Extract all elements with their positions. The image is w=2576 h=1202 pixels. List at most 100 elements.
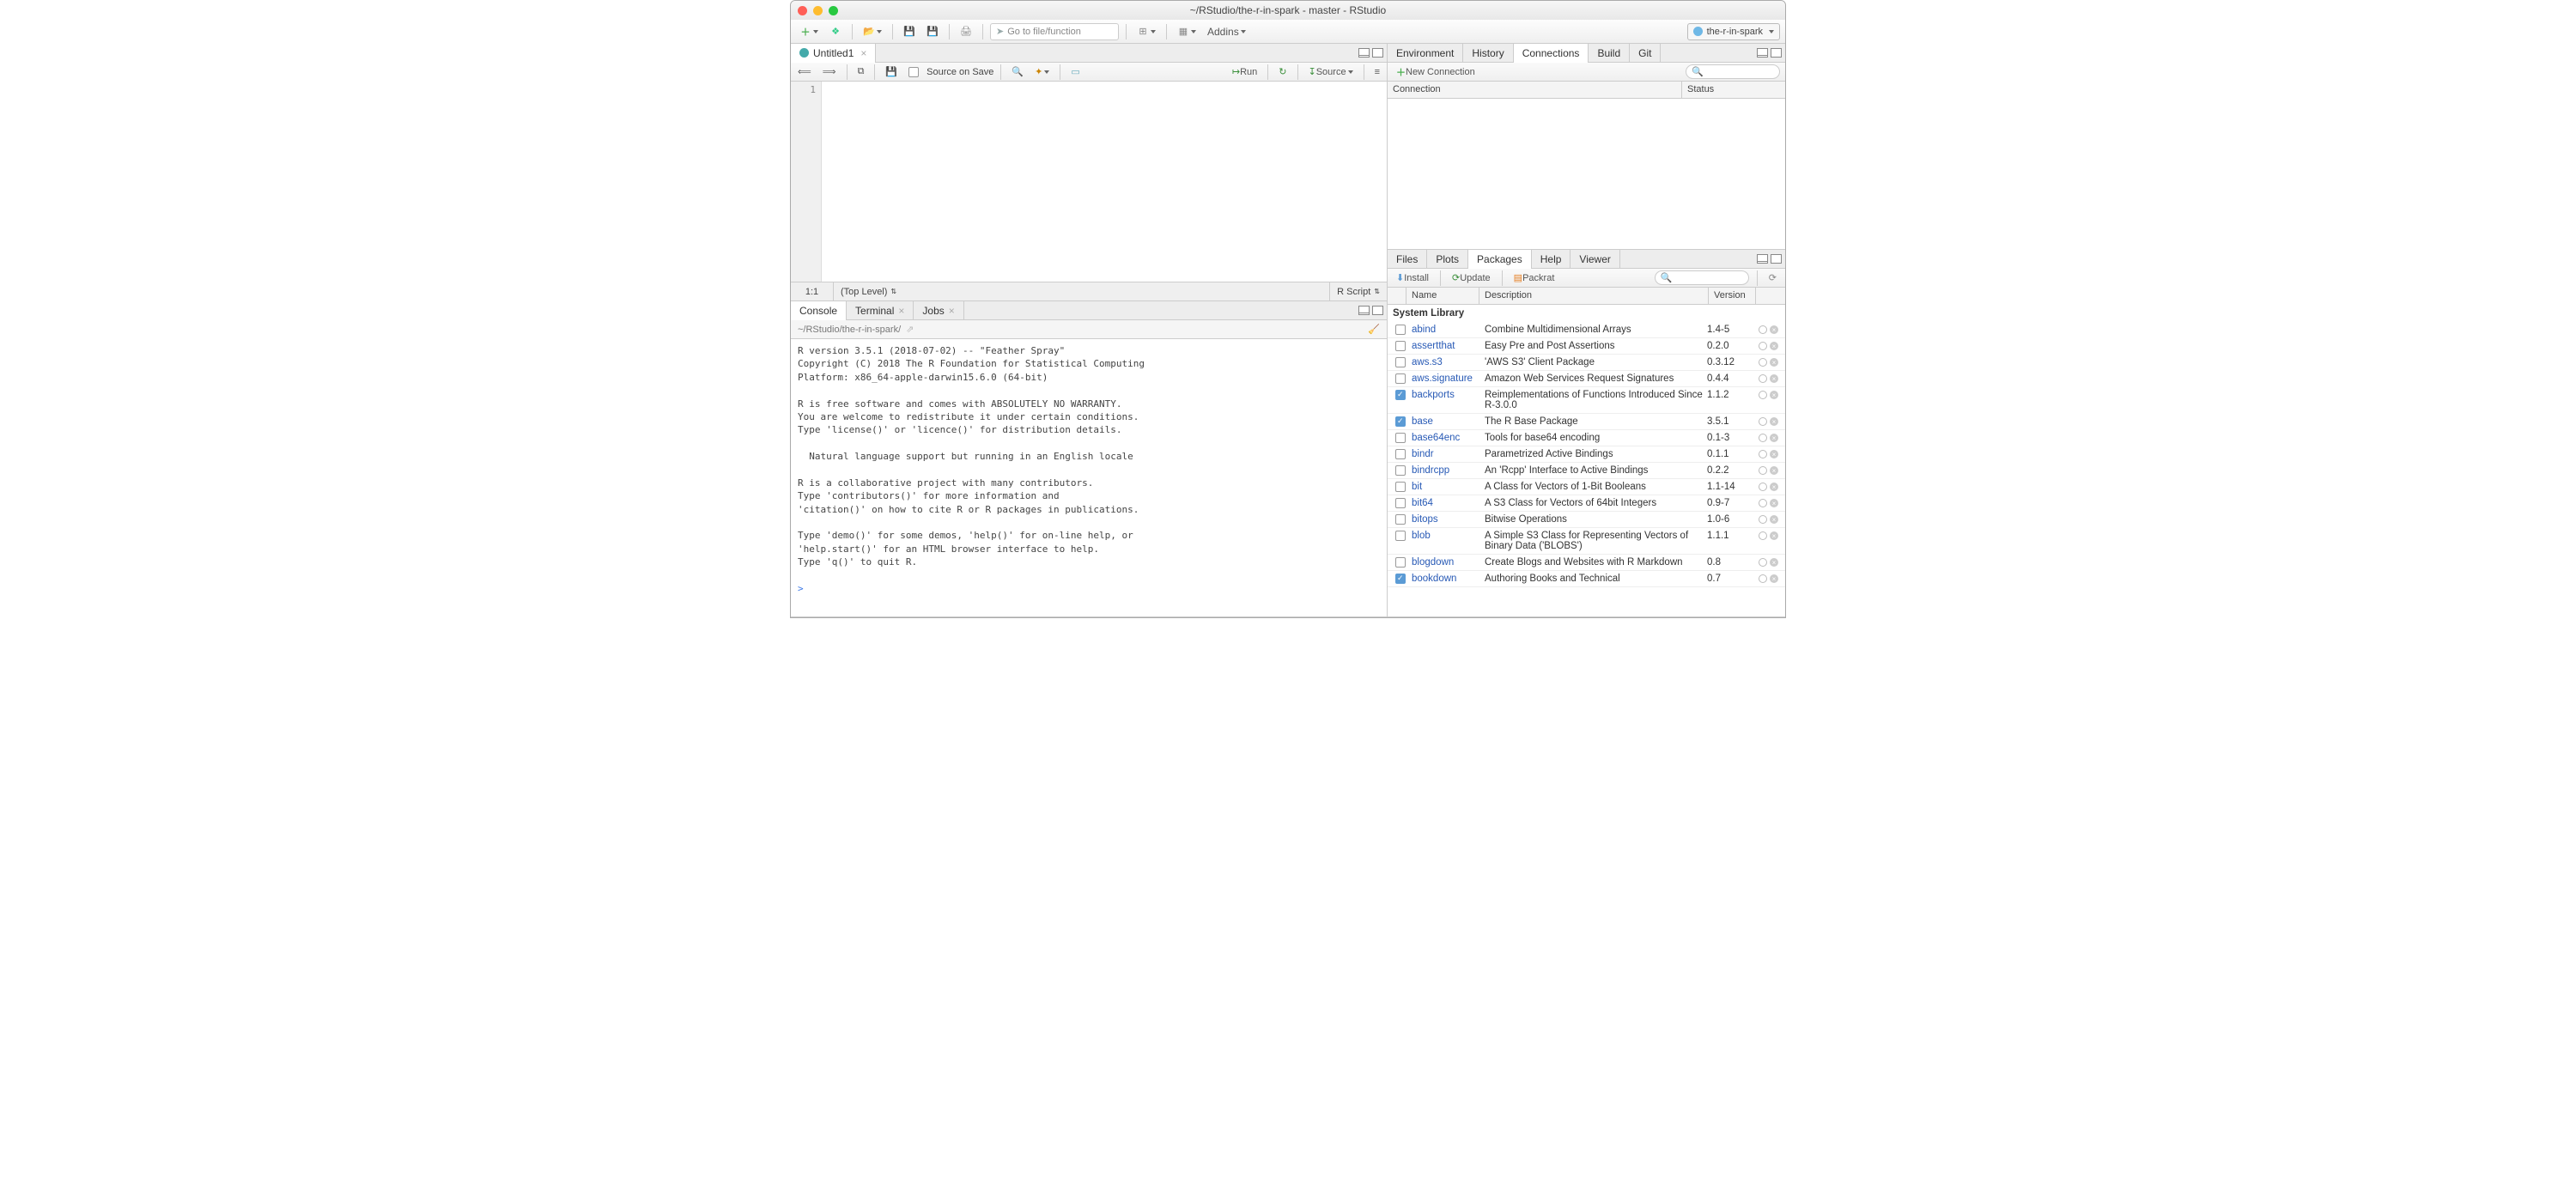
minimize-pane-icon[interactable] (1757, 254, 1768, 264)
package-checkbox[interactable] (1395, 390, 1406, 400)
find-button[interactable]: 🔍 (1008, 64, 1027, 81)
package-name[interactable]: bookdown (1410, 573, 1483, 585)
web-icon[interactable] (1759, 499, 1767, 507)
remove-icon[interactable]: × (1770, 531, 1778, 540)
package-row[interactable]: bookdownAuthoring Books and Technical0.7… (1388, 571, 1785, 587)
package-row[interactable]: base64encTools for base64 encoding0.1-3× (1388, 430, 1785, 446)
package-checkbox[interactable] (1395, 531, 1406, 541)
source-button[interactable]: ↧ Source (1305, 64, 1357, 81)
package-name[interactable]: base (1410, 416, 1483, 428)
packrat-button[interactable]: ▤ Packrat (1510, 270, 1558, 287)
package-row[interactable]: bindrcppAn 'Rcpp' Interface to Active Bi… (1388, 463, 1785, 479)
tab-help[interactable]: Help (1532, 250, 1571, 269)
remove-icon[interactable]: × (1770, 342, 1778, 350)
remove-icon[interactable]: × (1770, 434, 1778, 442)
package-checkbox[interactable] (1395, 357, 1406, 367)
clear-console-icon[interactable]: 🧹 (1368, 324, 1380, 335)
new-connection-button[interactable]: ＋ New Connection (1393, 64, 1479, 81)
minimize-icon[interactable] (813, 6, 823, 15)
minimize-pane-icon[interactable] (1757, 48, 1768, 58)
package-row[interactable]: aws.signatureAmazon Web Services Request… (1388, 371, 1785, 387)
remove-icon[interactable]: × (1770, 417, 1778, 426)
package-row[interactable]: aws.s3'AWS S3' Client Package0.3.12× (1388, 355, 1785, 371)
save-all-button[interactable]: 💾 (923, 23, 942, 40)
package-checkbox[interactable] (1395, 449, 1406, 459)
print-button[interactable]: 🖨 (957, 23, 975, 40)
re-run-button[interactable]: ↻ (1275, 64, 1290, 81)
minimize-pane-icon[interactable] (1358, 48, 1370, 58)
package-checkbox[interactable] (1395, 482, 1406, 492)
remove-icon[interactable]: × (1770, 391, 1778, 399)
remove-icon[interactable]: × (1770, 483, 1778, 491)
outline-button[interactable]: ≡ (1371, 64, 1383, 81)
tab-console[interactable]: Console (791, 301, 847, 320)
tab-connections[interactable]: Connections (1514, 44, 1589, 63)
remove-icon[interactable]: × (1770, 374, 1778, 383)
package-name[interactable]: bit (1410, 481, 1483, 493)
goto-dir-icon[interactable]: ⇗ (906, 324, 914, 335)
remove-icon[interactable]: × (1770, 450, 1778, 458)
run-button[interactable]: ↦ Run (1229, 64, 1261, 81)
package-name[interactable]: abind (1410, 324, 1483, 336)
workspace-panes-button[interactable]: ⊞ (1133, 23, 1159, 40)
install-button[interactable]: ⬇ Install (1393, 270, 1432, 287)
maximize-pane-icon[interactable] (1372, 48, 1383, 58)
package-name[interactable]: aws.s3 (1410, 356, 1483, 368)
package-checkbox[interactable] (1395, 465, 1406, 476)
remove-icon[interactable]: × (1770, 574, 1778, 583)
web-icon[interactable] (1759, 558, 1767, 567)
package-row[interactable]: blogdownCreate Blogs and Websites with R… (1388, 555, 1785, 571)
maximize-pane-icon[interactable] (1771, 254, 1782, 264)
tab-jobs[interactable]: Jobs × (914, 301, 963, 320)
back-button[interactable]: ⟸ (794, 64, 815, 81)
grid-button[interactable]: ▦ (1174, 23, 1200, 40)
package-name[interactable]: bit64 (1410, 497, 1483, 509)
package-name[interactable]: backports (1410, 389, 1483, 401)
remove-icon[interactable]: × (1770, 358, 1778, 367)
package-row[interactable]: bitA Class for Vectors of 1-Bit Booleans… (1388, 479, 1785, 495)
package-row[interactable]: bitopsBitwise Operations1.0-6× (1388, 512, 1785, 528)
package-checkbox[interactable] (1395, 498, 1406, 508)
packages-list[interactable]: System Library abindCombine Multidimensi… (1388, 305, 1785, 616)
web-icon[interactable] (1759, 574, 1767, 583)
maximize-pane-icon[interactable] (1372, 306, 1383, 315)
scope-selector[interactable]: (Top Level) ⇅ (834, 287, 1329, 297)
package-row[interactable]: bit64A S3 Class for Vectors of 64bit Int… (1388, 495, 1785, 512)
package-checkbox[interactable] (1395, 514, 1406, 525)
tab-packages[interactable]: Packages (1468, 250, 1532, 269)
code-tools-button[interactable]: ✦ (1031, 64, 1053, 81)
tab-files[interactable]: Files (1388, 250, 1427, 269)
addins-button[interactable]: Addins (1204, 23, 1249, 40)
web-icon[interactable] (1759, 391, 1767, 399)
package-checkbox[interactable] (1395, 416, 1406, 427)
compile-report-button[interactable]: ▭ (1067, 64, 1083, 81)
remove-icon[interactable]: × (1770, 515, 1778, 524)
tab-terminal[interactable]: Terminal × (847, 301, 914, 320)
package-checkbox[interactable] (1395, 325, 1406, 335)
project-menu[interactable]: the-r-in-spark (1687, 23, 1780, 40)
web-icon[interactable] (1759, 342, 1767, 350)
web-icon[interactable] (1759, 466, 1767, 475)
package-name[interactable]: base64enc (1410, 432, 1483, 444)
package-checkbox[interactable] (1395, 574, 1406, 584)
package-row[interactable]: abindCombine Multidimensional Arrays1.4-… (1388, 322, 1785, 338)
packages-search-input[interactable]: 🔍 (1655, 270, 1749, 285)
tab-viewer[interactable]: Viewer (1571, 250, 1619, 269)
package-name[interactable]: bitops (1410, 513, 1483, 525)
file-type-selector[interactable]: R Script ⇅ (1329, 282, 1387, 300)
web-icon[interactable] (1759, 515, 1767, 524)
package-name[interactable]: bindr (1410, 448, 1483, 460)
close-icon[interactable] (798, 6, 807, 15)
package-name[interactable]: aws.signature (1410, 373, 1483, 385)
new-file-button[interactable]: ＋ (796, 23, 822, 40)
remove-icon[interactable]: × (1770, 325, 1778, 334)
close-tab-icon[interactable]: × (860, 47, 866, 59)
tab-plots[interactable]: Plots (1427, 250, 1468, 269)
web-icon[interactable] (1759, 325, 1767, 334)
web-icon[interactable] (1759, 434, 1767, 442)
remove-icon[interactable]: × (1770, 466, 1778, 475)
package-checkbox[interactable] (1395, 557, 1406, 568)
web-icon[interactable] (1759, 417, 1767, 426)
web-icon[interactable] (1759, 531, 1767, 540)
package-name[interactable]: blob (1410, 530, 1483, 542)
